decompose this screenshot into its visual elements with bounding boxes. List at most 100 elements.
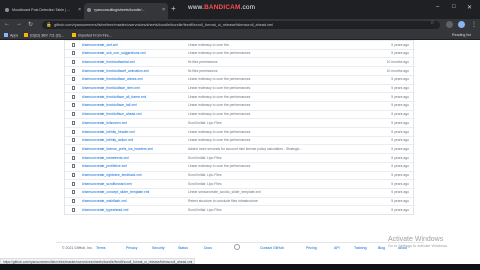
file-name-link[interactable]: #/sensorcreate_frontdodfaceial.xml	[82, 60, 135, 64]
file-name-link[interactable]: #/sensorcreate_scrollforward.xml	[82, 182, 132, 186]
file-row[interactable]: #/sensorcreate_typeahead.xml Scroll initi…	[65, 205, 415, 213]
address-url[interactable]: github.com/ryansommers/fsbm/tree/master/…	[54, 23, 273, 27]
file-name-link[interactable]: #/sensorcreate_frontdofface_all_frame.xm…	[82, 95, 146, 99]
file-icon	[72, 103, 75, 108]
commit-message-link[interactable]: Linear estimacy to cure the performances	[188, 51, 250, 55]
file-name-link[interactable]: #/sensorcreate_frontdofface_fall.xml	[82, 103, 137, 107]
file-name-link[interactable]: #/sensorcreate_profilelive.xml	[82, 164, 127, 168]
address-bar[interactable]: 🔒 github.com/ryansommers/fsbm/tree/maste…	[42, 21, 440, 29]
commit-message-link[interactable]: Linear estimacy to cure the performances	[188, 138, 250, 142]
page-footer: © 2021 GitHub, Inc. Terms Privacy Securi…	[56, 242, 424, 250]
commit-message-link[interactable]: Linear estimacy to cure the performances	[188, 164, 250, 168]
file-name-link[interactable]: #/sensorcreate_stuf.xml	[82, 43, 118, 47]
footer-link-security[interactable]: Security	[152, 246, 165, 250]
recorder-suffix: .com	[240, 4, 256, 11]
file-row[interactable]: #/sensorcreate_rightview_feedback.xml Scr…	[65, 170, 415, 179]
file-row[interactable]: #/sensorcreate_frontdofface_all_frame.xm…	[65, 92, 415, 100]
footer-link-blog[interactable]: Blog	[378, 246, 385, 250]
bookmark-label: (Ω)(Ω) 3BV 711 (Ω)...	[30, 33, 64, 38]
file-row[interactable]: #/sensorcreate_wishflash.xml Retest struc…	[65, 196, 415, 205]
file-name-link[interactable]: #/sensorcreate_newsfeeds.xml	[82, 156, 129, 160]
file-row[interactable]: #/sensorcreate_Infinity_header.xml Linear…	[65, 127, 415, 135]
file-name-link[interactable]: #/sensorcreate_rightview_feedback.xml	[82, 173, 142, 177]
reload-icon[interactable]: ↻	[28, 21, 33, 28]
file-row[interactable]: #/sensorcreate_frontdodface_item.xml Line…	[65, 83, 415, 92]
close-tab-icon[interactable]: ×	[162, 7, 165, 13]
maximize-icon[interactable]: □	[452, 4, 456, 10]
commit-message-link[interactable]: Retest structure to conclude files infra…	[188, 199, 258, 203]
minimize-icon[interactable]: –	[436, 4, 439, 10]
github-logo-icon[interactable]	[234, 244, 240, 250]
footer-link-pricing[interactable]: Pricing	[306, 246, 317, 250]
file-row[interactable]: #/sensorcreate_newsfeeds.xml Scroll initi…	[65, 153, 415, 161]
bookmark-item[interactable]: (Ω)(Ω) 3BV 711 (Ω)...	[24, 33, 64, 38]
file-row[interactable]: #/sensorcreate_profilelive.xml Linear est…	[65, 161, 415, 170]
commit-message-link[interactable]: Linear sensorcreate_scrollo_slider_templ…	[188, 190, 261, 194]
commit-age: 10 months ago	[386, 59, 409, 64]
footer-link-training[interactable]: Training	[354, 246, 367, 250]
file-name-link[interactable]: #/sensorcreate_frontdodface_allows.xml	[82, 77, 143, 81]
commit-message-link[interactable]: Scroll initial: Lipo Files	[188, 121, 222, 125]
profile-avatar[interactable]	[458, 21, 465, 28]
file-name-link[interactable]: #/sensorcreate_Infinity_header.xml	[82, 130, 135, 134]
commit-age: 5 years ago	[391, 129, 409, 134]
file-row[interactable]: #/sensorcreate_frontdoffsce_ahead.xml Lin…	[65, 109, 415, 118]
file-name-link[interactable]: #/sensorcreate_concept_slider_template.x…	[82, 190, 149, 194]
bookmark-star-icon[interactable]: ☆	[430, 20, 434, 26]
os-taskbar	[0, 263, 480, 270]
file-row[interactable]: #/sensorcreate_scb_corr_suggestions.xml L…	[65, 48, 415, 57]
file-row[interactable]: #/sensorcreate_frontdodfaceial.xml fix fi…	[65, 57, 415, 65]
file-row[interactable]: #/sensorcreate_Infinity_action.xml Linear…	[65, 135, 415, 144]
footer-link-contact[interactable]: Contact GitHub	[260, 246, 284, 250]
bookmark-apps[interactable]: Apps	[4, 33, 18, 38]
commit-message-link[interactable]: Linear estimacy to cure the performances	[188, 103, 250, 107]
file-name-link[interactable]: #/sensorcreate_wishflash.xml	[82, 199, 126, 203]
commit-message-link[interactable]: Scroll initial: Lipo Files	[188, 208, 222, 212]
footer-link-api[interactable]: API	[334, 246, 340, 250]
commit-message-link[interactable]: Added more seconds for account mini lice…	[188, 147, 302, 151]
commit-message-link[interactable]: Scroll initial: Lipo Files	[188, 156, 222, 160]
back-icon[interactable]: ←	[4, 21, 10, 27]
close-window-icon[interactable]: ✕	[467, 4, 472, 11]
commit-message-link[interactable]: Scroll initial: Lipo Files	[188, 173, 222, 177]
file-row[interactable]: #/sensorcreate_frontdodfacef_animation.x…	[65, 66, 415, 74]
browser-tab-2[interactable]: ryanconsulting/sheets/bundle/... ×	[84, 3, 168, 19]
forward-icon[interactable]: →	[16, 21, 22, 27]
file-row[interactable]: #/sensorcreate_fullscreen.xml Scroll init…	[65, 118, 415, 126]
extension-icon[interactable]	[446, 21, 453, 28]
footer-link-privacy[interactable]: Privacy	[126, 246, 137, 250]
commit-message-link[interactable]: Linear estimacy to cure the performances	[188, 112, 250, 116]
file-row[interactable]: #/sensorcreate_scrollforward.xml Scroll i…	[65, 179, 415, 187]
reading-list-button[interactable]: Reading list	[452, 33, 471, 37]
menu-icon[interactable]: ⋮	[471, 21, 477, 28]
browser-tab-1[interactable]: Moodboard Post Detection Table | ... ×	[2, 3, 84, 19]
file-row[interactable]: #/sensorcreate_stuf.xml Linear estimacy t…	[65, 40, 415, 48]
commit-message-link[interactable]: Linear estimacy to cure the performances	[188, 130, 250, 134]
file-name-link[interactable]: #/sensorcreate_fullscreen.xml	[82, 121, 127, 125]
close-tab-icon[interactable]: ×	[78, 7, 81, 13]
commit-message-link[interactable]: fix files permissions	[188, 60, 217, 64]
file-name-link[interactable]: #/sensorcreate_license_prefs_ios_headers…	[82, 147, 153, 151]
file-name-link[interactable]: #/sensorcreate_scb_corr_suggestions.xml	[82, 51, 146, 55]
commit-message-link[interactable]: Linear estimacy to cure the performances	[188, 95, 250, 99]
footer-link-terms[interactable]: Terms	[96, 246, 106, 250]
footer-link-docs[interactable]: Docs	[204, 246, 212, 250]
file-name-link[interactable]: #/sensorcreate_frontdoffsce_ahead.xml	[82, 112, 142, 116]
footer-link-status[interactable]: Status	[178, 246, 188, 250]
bookmark-item[interactable]: Imported From Fire...	[72, 33, 112, 38]
file-row[interactable]: #/sensorcreate_frontdodface_allows.xml Li…	[65, 74, 415, 83]
file-name-link[interactable]: #/sensorcreate_typeahead.xml	[82, 208, 128, 212]
file-name-link[interactable]: #/sensorcreate_frontdodface_item.xml	[82, 86, 140, 90]
commit-message-link[interactable]: Scroll initial: Lipo Files	[188, 182, 222, 186]
commit-message-link[interactable]: fix files permissions	[188, 69, 217, 73]
file-name-link[interactable]: #/sensorcreate_frontdodfacef_animation.x…	[82, 69, 149, 73]
file-row[interactable]: #/sensorcreate_concept_slider_template.x…	[65, 187, 415, 196]
commit-message-link[interactable]: Linear estimacy to cure the..	[188, 43, 231, 47]
file-name-link[interactable]: #/sensorcreate_Infinity_action.xml	[82, 138, 133, 142]
commit-message-link[interactable]: Linear estimacy to cure the performances	[188, 77, 250, 81]
file-row[interactable]: #/sensorcreate_license_prefs_ios_headers…	[65, 144, 415, 152]
commit-message-link[interactable]: Linear estimacy to cure the performances	[188, 86, 250, 90]
file-icon	[72, 86, 75, 91]
file-row[interactable]: #/sensorcreate_frontdofface_fall.xml Line…	[65, 100, 415, 109]
new-tab-button[interactable]: +	[171, 4, 176, 13]
